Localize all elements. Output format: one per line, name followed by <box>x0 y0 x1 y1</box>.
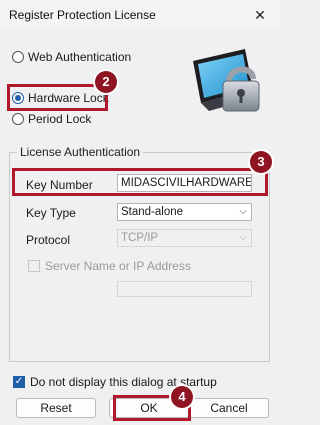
computer-padlock-icon <box>193 49 260 112</box>
highlight-key-number <box>12 168 268 196</box>
radio-label: Period Lock <box>28 112 92 126</box>
radio-web-authentication[interactable]: Web Authentication <box>12 49 131 65</box>
protocol-label: Protocol <box>26 233 71 247</box>
check-icon[interactable]: ✓ <box>13 376 25 388</box>
cancel-button[interactable]: Cancel <box>189 398 269 418</box>
chevron-down-icon: ⌵ <box>239 206 247 217</box>
protocol-select[interactable]: TCP/IP ⌵ <box>117 229 252 247</box>
group-title: License Authentication <box>17 145 144 159</box>
server-label: Server Name or IP Address <box>45 259 191 273</box>
chevron-down-icon: ⌵ <box>239 232 247 243</box>
server-checkbox-row[interactable]: Server Name or IP Address <box>28 259 191 273</box>
close-icon[interactable]: ✕ <box>240 0 280 30</box>
step-badge-3: 3 <box>250 151 272 173</box>
server-checkbox[interactable] <box>28 260 40 272</box>
radio-label: Web Authentication <box>28 50 132 64</box>
key-type-select[interactable]: Stand-alone ⌵ <box>117 203 252 221</box>
highlight-hardware-lock <box>7 84 108 111</box>
reset-button[interactable]: Reset <box>16 398 96 418</box>
radio-circle[interactable] <box>12 51 24 63</box>
protocol-value: TCP/IP <box>121 232 159 244</box>
dont-display-label: Do not display this dialog at startup <box>30 375 217 389</box>
key-type-label: Key Type <box>26 206 76 220</box>
step-badge-4: 4 <box>171 386 193 408</box>
key-type-value: Stand-alone <box>121 206 184 218</box>
radio-circle[interactable] <box>12 113 24 125</box>
title-bar: Register Protection License ✕ <box>0 0 280 30</box>
radio-period-lock[interactable]: Period Lock <box>12 111 91 127</box>
server-input[interactable] <box>117 281 252 297</box>
step-badge-2: 2 <box>95 71 117 93</box>
window-title: Register Protection License <box>9 8 156 22</box>
